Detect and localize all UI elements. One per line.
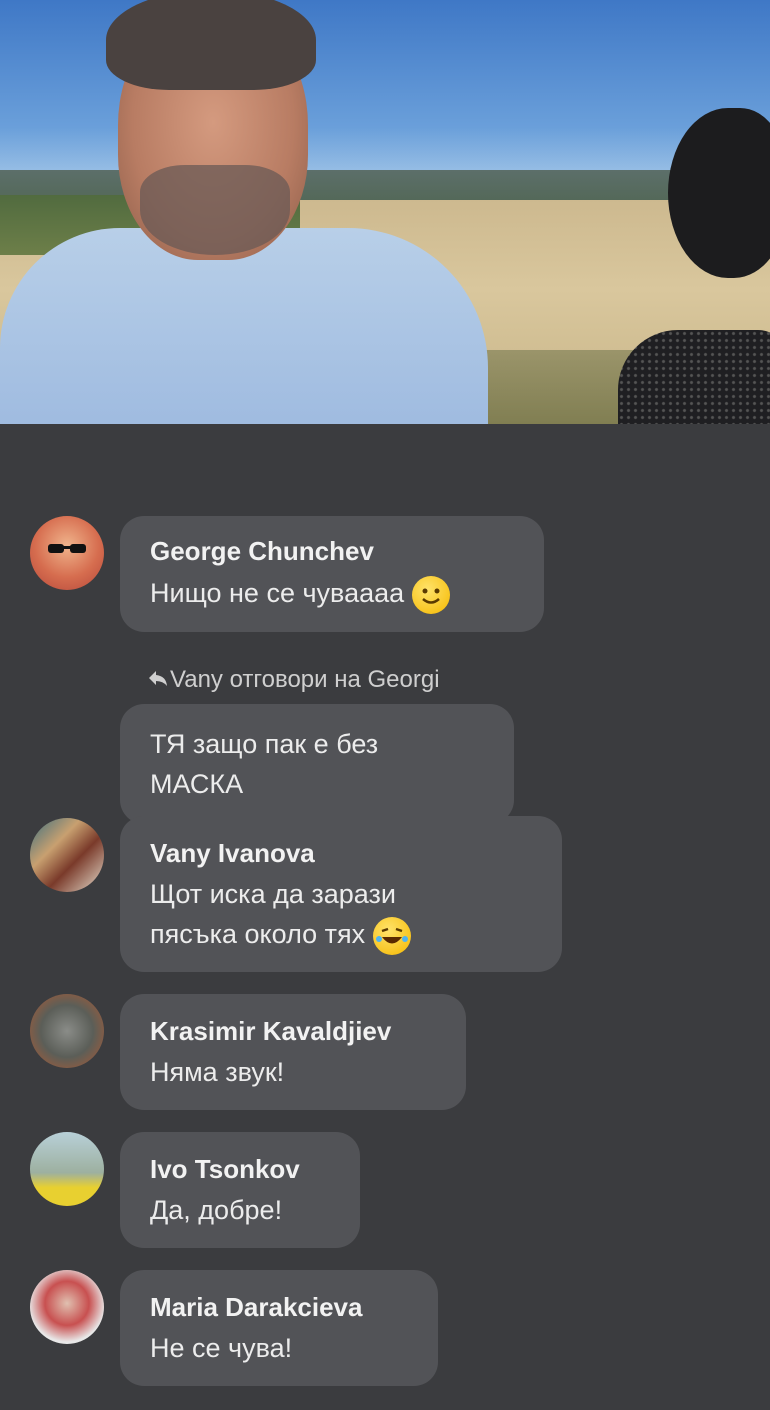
rolling-on-floor-laughing-icon xyxy=(373,916,412,955)
slightly-smiling-face-icon xyxy=(412,575,451,614)
comment-text: ТЯ защо пак е без МАСКА xyxy=(150,729,379,799)
live-comments-list[interactable]: George Chunchev Нищо не се чуваааа Vany … xyxy=(0,424,770,1410)
avatar[interactable] xyxy=(30,516,104,590)
comment-bubble[interactable]: ТЯ защо пак е без МАСКА xyxy=(120,704,514,824)
sunglasses-avatar-icon xyxy=(48,544,86,553)
comment-text-content: Нищо не се чуваааа xyxy=(150,578,405,608)
speaker-beard xyxy=(140,165,290,255)
avatar[interactable] xyxy=(30,818,104,892)
avatar[interactable] xyxy=(30,1270,104,1344)
comment-bubble[interactable]: Vany Ivanova Щот иска да зарази пясъка о… xyxy=(120,816,562,972)
avatar[interactable] xyxy=(30,994,104,1068)
comment-text: Нищо не се чуваааа xyxy=(150,573,451,614)
comment-author[interactable]: Ivo Tsonkov xyxy=(150,1154,300,1185)
avatar[interactable] xyxy=(30,1132,104,1206)
comment-author[interactable]: Vany Ivanova xyxy=(150,838,315,869)
comment-author[interactable]: Krasimir Kavaldjiev xyxy=(150,1016,391,1047)
comment-text-line: Щот иска да зарази xyxy=(150,879,396,909)
second-person-body xyxy=(618,330,770,424)
comment-bubble[interactable]: Ivo Tsonkov Да, добре! xyxy=(120,1132,360,1248)
comment-text: Няма звук! xyxy=(150,1057,285,1087)
reply-header: Vany отговори на Georgi xyxy=(148,666,440,694)
comment-text: пясъка около тях xyxy=(150,914,412,955)
comment-bubble[interactable]: Krasimir Kavaldjiev Няма звук! xyxy=(120,994,466,1110)
comment-bubble[interactable]: George Chunchev Нищо не се чуваааа xyxy=(120,516,544,632)
live-video[interactable] xyxy=(0,0,770,424)
reply-arrow-icon xyxy=(148,666,170,694)
comment-text: Не се чува! xyxy=(150,1333,293,1363)
comment-author[interactable]: George Chunchev xyxy=(150,536,374,567)
speaker-hair xyxy=(106,0,316,90)
reply-header-text: Vany отговори на Georgi xyxy=(170,666,440,693)
comment-text-content: пясъка около тях xyxy=(150,919,366,949)
comment-text: Да, добре! xyxy=(150,1195,283,1225)
comment-author[interactable]: Maria Darakcieva xyxy=(150,1292,362,1323)
comment-bubble[interactable]: Maria Darakcieva Не се чува! xyxy=(120,1270,438,1386)
